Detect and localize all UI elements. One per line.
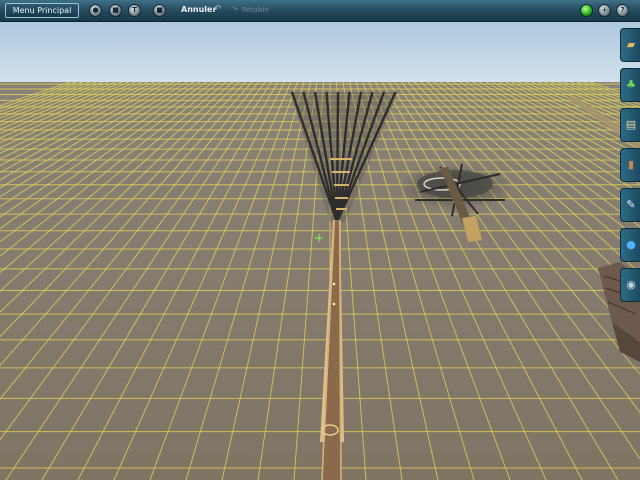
trees-icon: ♣ [626, 78, 636, 91]
undo-button[interactable]: Annuler [181, 5, 216, 14]
side-tab-buildings[interactable]: ▤ [620, 108, 640, 142]
stop-icon[interactable]: ■ [153, 4, 166, 17]
side-tab-terrain-paint[interactable]: ▮ [620, 148, 640, 182]
redo-button: Rétablir [242, 6, 270, 14]
sky [0, 22, 640, 84]
settings-icon: ◉ [626, 278, 636, 291]
side-tab-track[interactable]: ▰ [620, 28, 640, 62]
delete-icon[interactable]: ■ [109, 4, 122, 17]
main-menu-button[interactable]: Menu Principal [5, 3, 79, 18]
undo-arrow-icon[interactable]: ↶ [213, 4, 221, 16]
wrench-icon: ✎ [626, 198, 636, 211]
buildings-icon: ▤ [625, 118, 637, 131]
side-tab-tools[interactable]: ✎ [620, 188, 640, 222]
redo-arrow-icon: ↷ [231, 5, 238, 14]
info-icon[interactable]: T [128, 4, 141, 17]
side-tab-settings[interactable]: ◉ [620, 268, 640, 302]
world-viewport[interactable] [0, 22, 640, 480]
side-tab-world[interactable]: ● [620, 228, 640, 262]
globe-icon: ● [626, 238, 636, 251]
side-tab-trees[interactable]: ♣ [620, 68, 640, 102]
top-toolbar: Menu Principal ● ■ T ■ Annuler ↶ ↷ Rétab… [0, 0, 640, 22]
terrain-paint-icon: ▮ [627, 158, 635, 171]
add-icon[interactable]: + [598, 4, 611, 17]
camera-icon[interactable]: ● [89, 4, 102, 17]
track-tool-icon: ▰ [626, 38, 636, 51]
help-icon[interactable]: ? [616, 4, 629, 17]
status-icon[interactable] [580, 4, 593, 17]
